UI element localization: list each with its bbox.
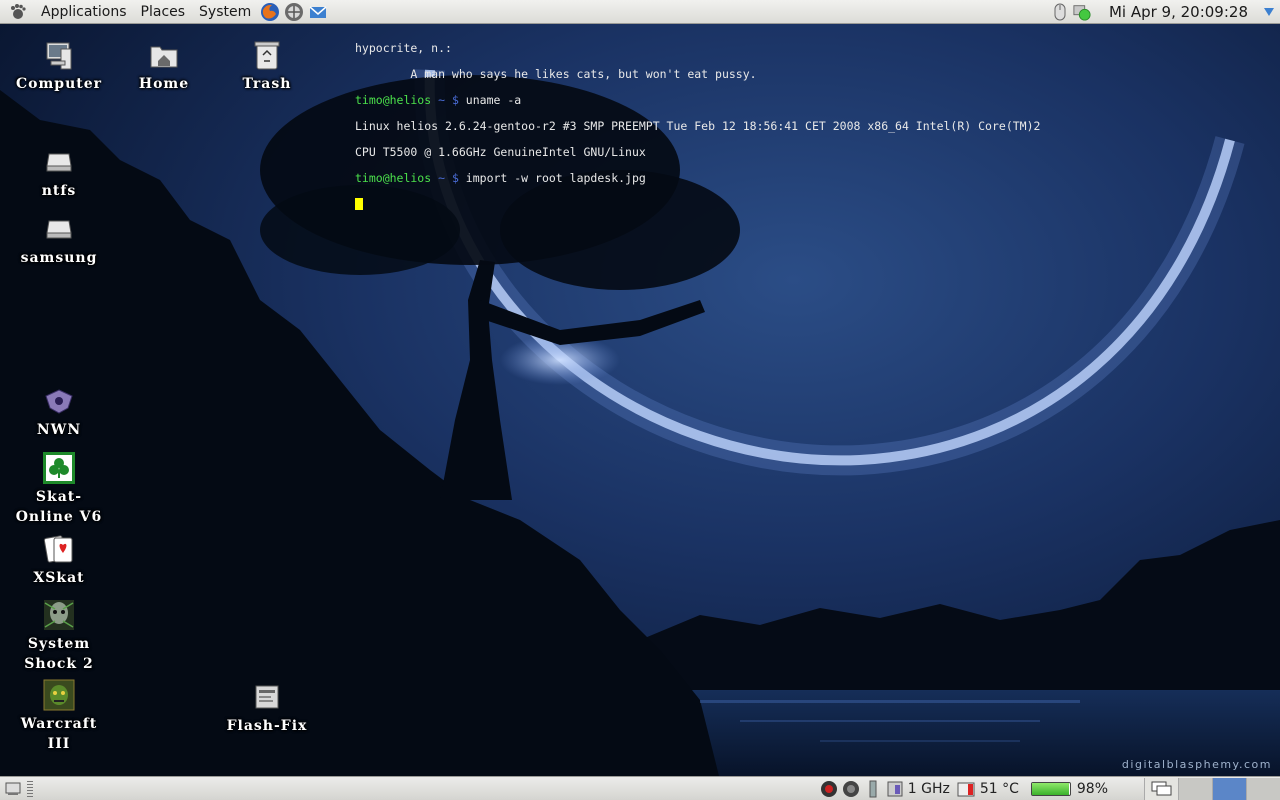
mail-icon[interactable] xyxy=(307,1,329,23)
workspace-1[interactable] xyxy=(1144,777,1178,800)
nwn-desktop-icon[interactable]: NWN xyxy=(4,384,114,440)
script-icon xyxy=(250,680,284,714)
skat-online-desktop-icon[interactable]: Skat- Online V6 xyxy=(4,451,114,527)
cpufreq-applet-icon[interactable] xyxy=(841,779,861,799)
game-icon xyxy=(42,678,76,712)
cpu-frequency-text: 1 GHz xyxy=(907,780,950,797)
command-1: uname -a xyxy=(465,93,522,107)
output-line-1: Linux helios 2.6.24-gentoo-r2 #3 SMP PRE… xyxy=(355,119,1041,133)
battery-icon[interactable] xyxy=(1030,781,1071,796)
panel-drag-handle[interactable] xyxy=(27,780,33,797)
warcraft-label-line2: III xyxy=(47,736,71,752)
prompt-line-2: timo@helios ~ $ import -w root lapdesk.j… xyxy=(355,172,1255,185)
prompt-line-1: timo@helios ~ $ uname -a xyxy=(355,94,1255,107)
cursor-line xyxy=(355,198,1255,211)
cards-icon xyxy=(42,532,76,566)
warcraft-label-line1: Warcraft xyxy=(20,716,98,732)
cpufreq-applet-icon[interactable] xyxy=(819,779,839,799)
temperature-text: 51 °C xyxy=(979,780,1019,797)
network-status-icon[interactable] xyxy=(1073,3,1091,21)
home-folder-icon xyxy=(147,38,181,72)
top-panel: Applications Places System Mi Apr 9, 20:… xyxy=(0,0,1280,24)
samsung-drive-desktop-icon[interactable]: samsung xyxy=(4,212,114,268)
battery-fill xyxy=(1031,782,1070,795)
skat-online-label-line1: Skat- xyxy=(35,489,83,505)
trash-icon xyxy=(250,38,284,72)
command-2: import -w root lapdesk.jpg xyxy=(465,171,646,185)
ntfs-drive-desktop-icon[interactable]: ntfs xyxy=(4,145,114,201)
system-menu[interactable]: System xyxy=(192,0,258,24)
workspace-4[interactable] xyxy=(1246,777,1280,800)
nwn-label: NWN xyxy=(36,422,82,438)
computer-icon xyxy=(42,38,76,72)
applications-menu[interactable]: Applications xyxy=(34,0,134,24)
clover-icon xyxy=(42,451,76,485)
drive-icon xyxy=(42,212,76,246)
bottom-panel: 1 GHz 51 °C 98% xyxy=(0,776,1280,800)
mouse-tray-icon[interactable] xyxy=(1051,3,1069,21)
workspace-switcher xyxy=(1144,777,1280,800)
flash-fix-label: Flash-Fix xyxy=(226,718,308,734)
warcraft-desktop-icon[interactable]: Warcraft III xyxy=(4,678,114,754)
wallpaper-watermark: digitalblasphemy.com xyxy=(1121,758,1272,771)
cpu-chip-icon[interactable] xyxy=(885,779,905,799)
ntfs-label: ntfs xyxy=(41,183,77,199)
memory-icon[interactable] xyxy=(863,779,883,799)
thermometer-icon[interactable] xyxy=(957,779,977,799)
shutdown-icon[interactable] xyxy=(1260,3,1278,21)
system-shock-label-line1: System xyxy=(27,636,91,652)
workspace-2[interactable] xyxy=(1178,777,1212,800)
trash-label: Trash xyxy=(242,76,292,92)
home-label: Home xyxy=(138,76,190,92)
flash-fix-desktop-icon[interactable]: Flash-Fix xyxy=(212,680,322,736)
prompt-user: timo@helios xyxy=(355,171,432,185)
output-line-2: CPU T5500 @ 1.66GHz GenuineIntel GNU/Lin… xyxy=(355,145,646,159)
battery-percent-text: 98% xyxy=(1076,780,1108,797)
computer-desktop-icon[interactable]: Computer xyxy=(4,38,114,94)
xskat-label: XSkat xyxy=(33,570,85,586)
xskat-desktop-icon[interactable]: XSkat xyxy=(4,532,114,588)
terminal-cursor xyxy=(355,198,363,210)
prompt-path: ~ $ xyxy=(431,171,466,185)
trash-desktop-icon[interactable]: Trash xyxy=(212,38,322,94)
drive-icon xyxy=(42,145,76,179)
gnome-foot-icon xyxy=(8,2,28,22)
skat-online-label-line2: Online V6 xyxy=(15,509,103,525)
game-icon xyxy=(42,598,76,632)
home-desktop-icon[interactable]: Home xyxy=(109,38,219,94)
samsung-label: samsung xyxy=(20,250,98,266)
fortune-line-1: hypocrite, n.: xyxy=(355,41,452,55)
panel-clock[interactable]: Mi Apr 9, 20:09:28 xyxy=(1093,3,1258,21)
show-desktop-icon[interactable] xyxy=(3,780,23,798)
prompt-user: timo@helios xyxy=(355,93,432,107)
terminal-output[interactable]: hypocrite, n.: A man who says he likes c… xyxy=(355,29,1255,224)
fortune-line-2: A man who says he likes cats, but won't … xyxy=(355,67,757,81)
system-shock-desktop-icon[interactable]: System Shock 2 xyxy=(4,598,114,674)
network-icon[interactable] xyxy=(283,1,305,23)
places-menu[interactable]: Places xyxy=(134,0,193,24)
firefox-icon[interactable] xyxy=(259,1,281,23)
game-icon xyxy=(42,384,76,418)
prompt-path: ~ $ xyxy=(431,93,466,107)
workspace-3[interactable] xyxy=(1212,777,1246,800)
computer-label: Computer xyxy=(15,76,102,92)
system-shock-label-line2: Shock 2 xyxy=(24,656,94,672)
